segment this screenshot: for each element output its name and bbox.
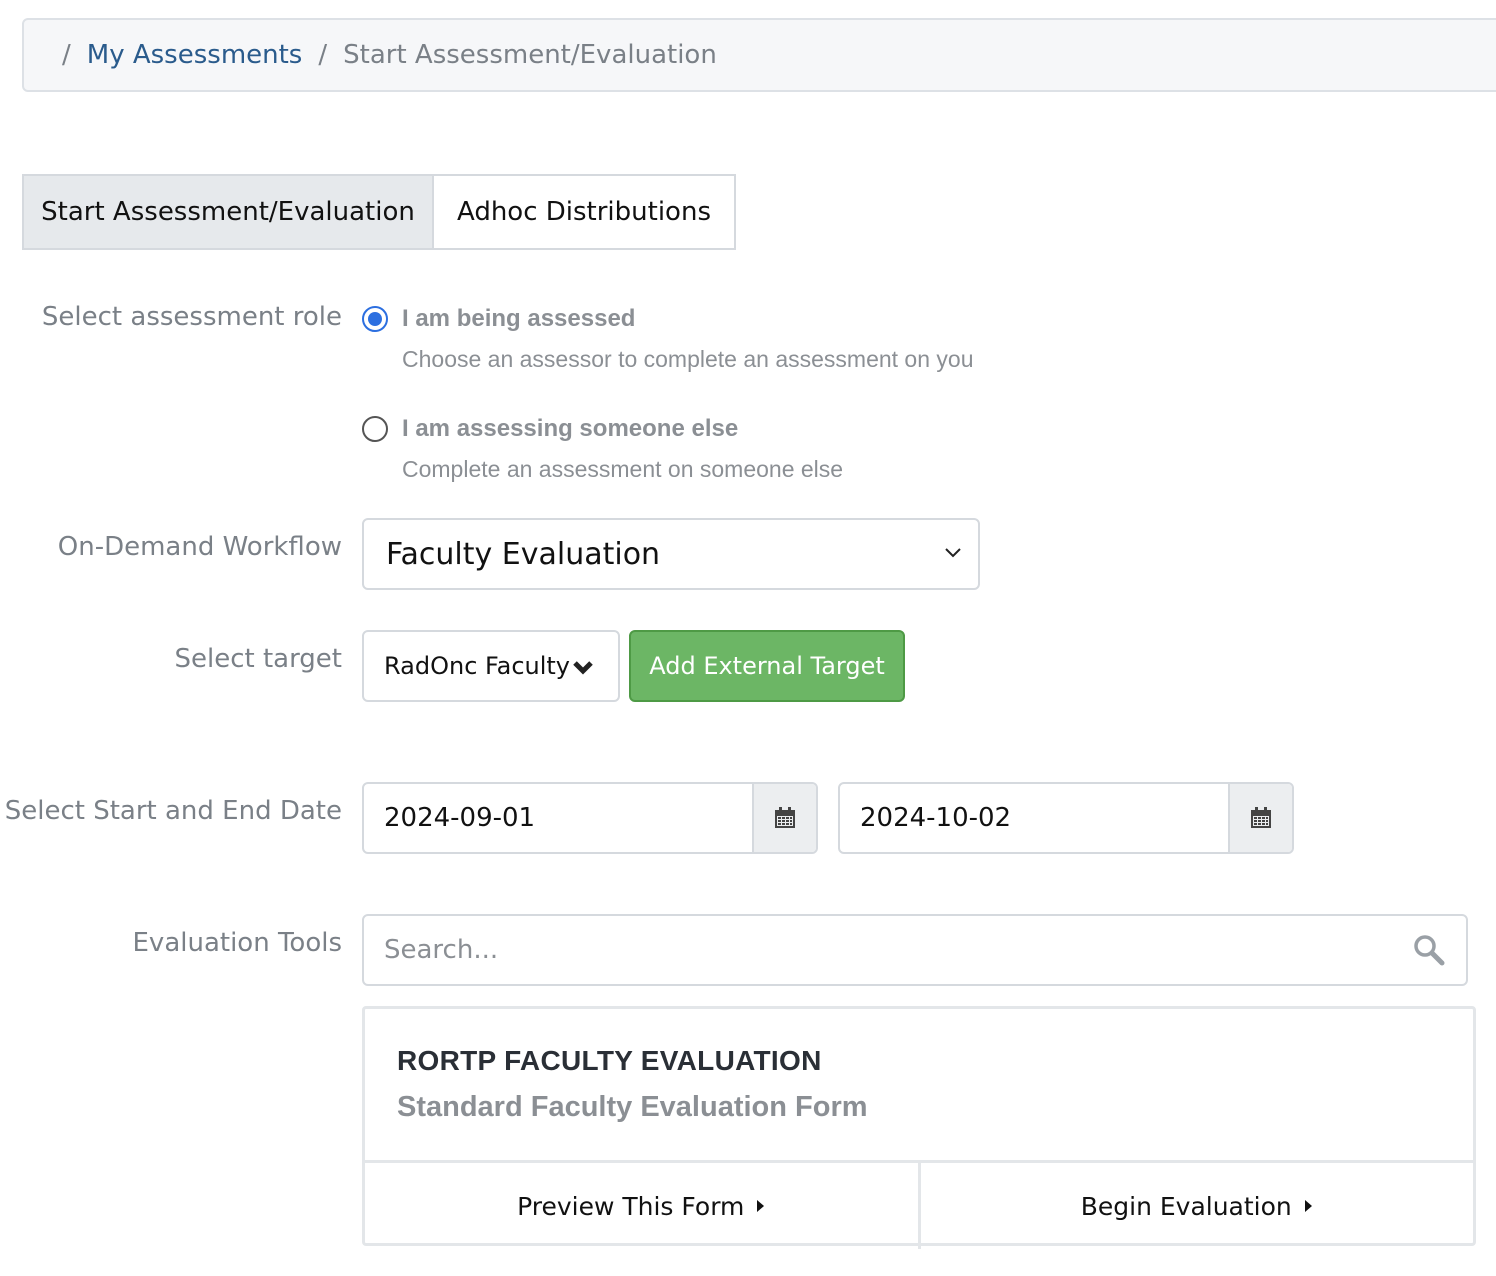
begin-evaluation-button[interactable]: Begin Evaluation [917,1163,1474,1249]
start-date-calendar-button[interactable] [752,784,816,852]
radio-being-assessed-description: Choose an assessor to complete an assess… [402,346,974,372]
radio-assessing-someone-label[interactable]: I am assessing someone else [402,415,738,443]
start-date-input[interactable] [364,784,752,852]
breadcrumb-separator: / [318,40,328,70]
card-actions: Preview This Form Begin Evaluation [365,1160,1473,1249]
tab-adhoc-distributions[interactable]: Adhoc Distributions [434,174,736,250]
begin-evaluation-label: Begin Evaluation [1080,1191,1292,1221]
breadcrumb: / My Assessments / Start Assessment/Eval… [22,18,1496,92]
target-dropdown[interactable]: RadOnc Faculty [362,630,620,702]
search-icon[interactable] [1412,933,1446,967]
dates-label: Select Start and End Date [4,796,342,826]
tools-search-box [362,914,1468,986]
tools-search-input[interactable] [364,934,1412,966]
end-date-calendar-button[interactable] [1228,784,1292,852]
workflow-label: On-Demand Workflow [57,532,342,562]
breadcrumb-current: Start Assessment/Evaluation [343,40,717,70]
caret-right-icon [757,1200,765,1212]
calendar-icon [1251,807,1271,828]
tools-label: Evaluation Tools [132,928,343,958]
preview-form-button[interactable]: Preview This Form [365,1163,918,1249]
breadcrumb-link-my-assessments[interactable]: My Assessments [87,40,303,70]
end-date-group [838,782,1294,854]
target-label: Select target [174,644,342,674]
chevron-down-icon [945,548,961,558]
radio-assessing-someone[interactable] [362,416,388,442]
start-date-group [362,782,818,854]
card-subtitle: Standard Faculty Evaluation Form [397,1091,868,1123]
tab-bar: Start Assessment/Evaluation Adhoc Distri… [22,174,736,250]
role-label: Select assessment role [41,302,342,332]
target-selected-value: RadOnc Faculty [384,652,571,680]
evaluation-tool-card: RORTP FACULTY EVALUATION Standard Facult… [362,1006,1476,1249]
card-title: RORTP FACULTY EVALUATION [397,1045,822,1076]
radio-being-assessed-label[interactable]: I am being assessed [402,305,635,333]
preview-form-label: Preview This Form [517,1191,745,1221]
radio-assessing-someone-description: Complete an assessment on someone else [402,456,844,482]
breadcrumb-separator: / [62,40,71,70]
caret-right-icon [1304,1200,1312,1212]
calendar-icon [775,807,795,828]
workflow-selected-value: Faculty Evaluation [386,536,661,572]
workflow-select[interactable]: Faculty Evaluation [362,518,980,590]
add-external-target-button[interactable]: Add External Target [629,630,905,702]
tab-start-assessment[interactable]: Start Assessment/Evaluation [22,174,434,250]
end-date-input[interactable] [840,784,1228,852]
chevron-down-icon [573,661,593,675]
radio-being-assessed[interactable] [362,306,388,332]
